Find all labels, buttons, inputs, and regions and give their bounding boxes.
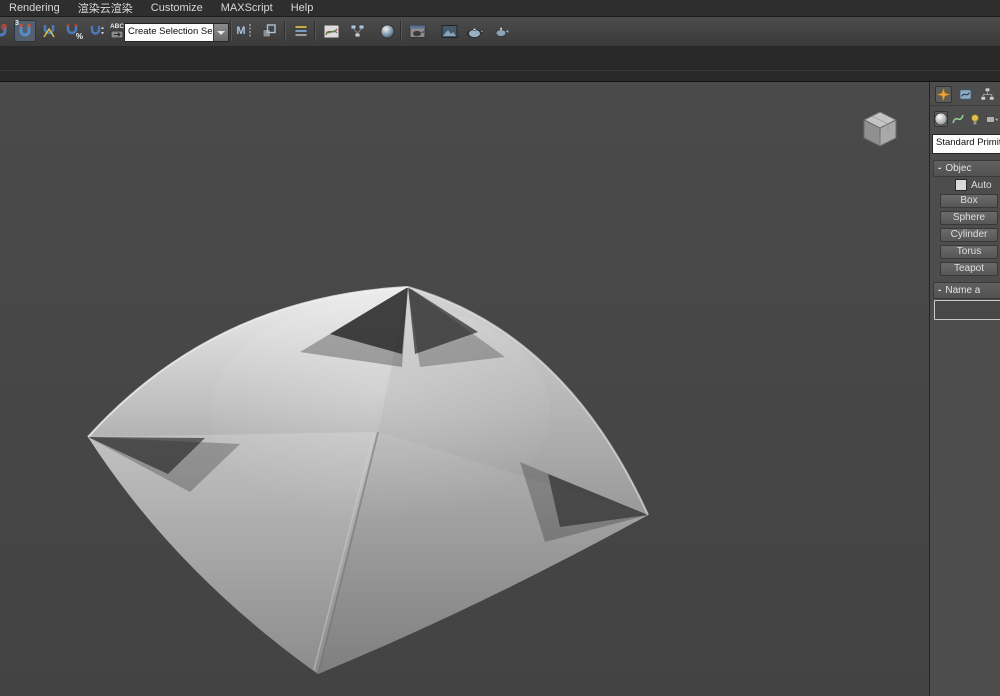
viewcube[interactable] [858,108,902,152]
perspective-viewport[interactable] [0,82,929,696]
toolbar-separator [314,21,316,41]
ribbon-collapsed-area [0,46,1000,82]
create-tab[interactable] [935,86,952,103]
command-panel: Standard Primiti - Objec Auto Box Sphere… [929,82,1000,696]
light-icon [968,112,982,126]
teapot-icon [466,23,484,40]
name-color-rollout-title: Name a [945,285,980,296]
torus-button[interactable]: Torus [940,245,998,259]
schematic-nodes-icon [349,23,366,40]
dropdown-arrow-icon[interactable] [213,24,228,41]
autogrid-label: Auto [971,180,992,191]
rendered-frame-window-icon[interactable] [438,20,460,42]
toolbar-separator [400,21,402,41]
modify-tab[interactable] [957,86,974,103]
create-categories [930,108,1000,129]
object-type-rollout-header[interactable]: - Objec [933,160,1000,177]
magnet-spinner-icon [89,23,105,39]
primitive-category-dropdown[interactable]: Standard Primiti [932,134,1000,154]
sphere-icon [934,112,948,126]
curve-chart-icon [323,23,340,40]
spline-icon [951,112,965,126]
hierarchy-tab[interactable] [979,86,996,103]
autogrid-row: Auto [930,178,1000,192]
menu-bar: Rendering 渲染云渲染 Customize MAXScript Help [0,0,1000,17]
frame-image-icon [441,23,458,40]
hierarchy-icon [980,87,995,102]
snap-toggle-3d-icon[interactable]: 3 [14,20,36,42]
menu-cloud-render[interactable]: 渲染云渲染 [69,0,142,17]
scene-render [0,82,929,696]
collapse-minus-icon: - [934,163,945,175]
keyboard-override-glyph: ABC [110,23,124,39]
sphere-button[interactable]: Sphere [940,211,998,225]
magnet-angle-icon [41,23,57,39]
layers-icon [293,23,309,39]
3dsmax-window: Rendering 渲染云渲染 Customize MAXScript Help… [0,0,1000,696]
menu-maxscript[interactable]: MAXScript [212,1,282,15]
mirror-icon[interactable]: M [234,20,256,42]
selection-set-value: Create Selection Se [125,24,213,41]
render-setup-icon[interactable] [406,20,428,42]
command-panel-tabs [930,84,1000,106]
mirror-arrows-icon [246,23,254,39]
shapes-category-icon[interactable] [951,111,965,127]
lights-category-icon[interactable] [968,111,982,127]
main-toolbar: 6 3 % [0,17,1000,47]
align-squares-icon [261,23,277,39]
viewcube-icon [858,108,902,152]
toolbar-left-badge: 6 [1,23,5,32]
menu-help[interactable]: Help [282,1,323,15]
teapot-button[interactable]: Teapot [940,262,998,276]
geometry-category-icon[interactable] [934,111,948,127]
box-button[interactable]: Box [940,194,998,208]
percent-glyph: % [76,32,83,41]
object-type-rollout-title: Objec [945,163,971,174]
camera-icon [985,112,999,126]
angle-snap-icon[interactable] [38,20,60,42]
schematic-view-icon[interactable] [346,20,368,42]
selection-set-dropdown[interactable]: Create Selection Se [124,23,229,42]
abc-label: ABC [110,23,124,30]
create-star-icon [936,87,951,102]
render-iterative-icon[interactable] [490,20,512,42]
autogrid-checkbox[interactable] [955,179,967,191]
magnet-icon [17,23,33,39]
material-sphere-icon [379,23,396,40]
snap-3-badge: 3 [15,20,19,27]
render-setup-dialog-icon [409,23,426,40]
spinner-snap-icon[interactable] [86,20,108,42]
align-icon[interactable] [258,20,280,42]
curve-editor-icon[interactable] [320,20,342,42]
manage-layers-icon[interactable] [290,20,312,42]
menu-customize[interactable]: Customize [142,1,212,15]
name-color-rollout-header[interactable]: - Name a [933,282,1000,299]
ribbon-divider-line [0,70,1000,71]
cylinder-button[interactable]: Cylinder [940,228,998,242]
primitive-category-value: Standard Primiti [936,137,1000,148]
key-icon [110,30,124,39]
object-name-field[interactable] [934,300,1000,320]
cameras-category-icon[interactable] [985,111,999,127]
mirror-m-glyph: M [236,25,245,37]
render-production-icon[interactable] [464,20,486,42]
menu-rendering[interactable]: Rendering [0,1,69,15]
teapot-small-icon [493,23,510,40]
percent-snap-icon[interactable]: % [62,20,84,42]
toolbar-separator [284,21,286,41]
collapse-minus-icon: - [934,285,945,297]
toolbar-separator [230,21,232,41]
material-editor-icon[interactable] [376,20,398,42]
modify-icon [958,87,973,102]
